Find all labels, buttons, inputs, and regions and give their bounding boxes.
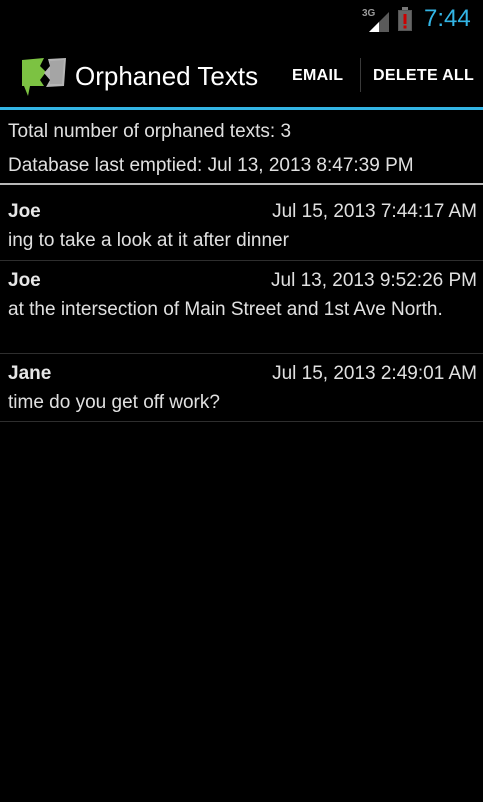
message-sender: Jane [8, 363, 52, 384]
status-bar: 3G 7:44 [0, 0, 483, 40]
list-item[interactable]: Jane Jul 15, 2013 2:49:01 AM time do you… [0, 363, 483, 421]
database-emptied-text: Database last emptied: Jul 13, 2013 8:47… [8, 155, 414, 176]
message-timestamp: Jul 13, 2013 9:52:26 PM [271, 270, 477, 291]
status-clock: 7:44 [424, 5, 471, 32]
message-body: time do you get off work? [8, 392, 220, 413]
message-sender: Joe [8, 201, 41, 222]
list-item[interactable]: Joe Jul 13, 2013 9:52:26 PM at the inter… [0, 270, 483, 352]
message-timestamp: Jul 15, 2013 2:49:01 AM [272, 363, 477, 384]
list-divider [0, 421, 483, 422]
battery-alert-icon [398, 7, 412, 31]
action-bar: Orphaned Texts EMAIL DELETE ALL [0, 40, 483, 107]
summary-divider [0, 183, 483, 185]
message-body: ing to take a look at it after dinner [8, 230, 289, 251]
action-divider [360, 58, 361, 92]
app-logo-icon[interactable] [20, 56, 70, 98]
app-title: Orphaned Texts [75, 61, 259, 91]
orphaned-count-text: Total number of orphaned texts: 3 [8, 121, 292, 142]
list-divider [0, 353, 483, 354]
message-timestamp: Jul 15, 2013 7:44:17 AM [272, 201, 477, 222]
signal-strength-icon [369, 12, 389, 32]
message-sender: Joe [8, 270, 41, 291]
message-body: at the intersection of Main Street and 1… [8, 299, 443, 320]
summary-section: Total number of orphaned texts: 3 Databa… [0, 110, 483, 185]
delete-all-button[interactable]: DELETE ALL [373, 67, 474, 85]
list-item[interactable]: Joe Jul 15, 2013 7:44:17 AM ing to take … [0, 201, 483, 259]
email-button[interactable]: EMAIL [292, 67, 343, 85]
list-divider [0, 260, 483, 261]
